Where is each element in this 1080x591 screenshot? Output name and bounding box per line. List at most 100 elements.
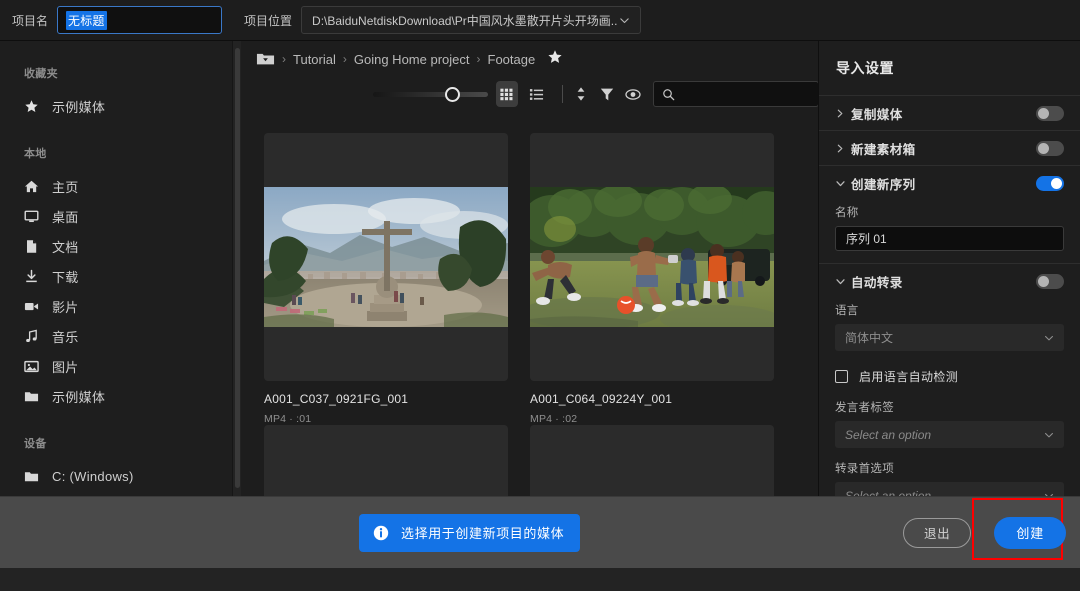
folder-dropdown-icon[interactable] <box>256 51 275 67</box>
media-toolbar <box>241 77 819 111</box>
media-thumbnail-boys-soccer[interactable] <box>530 133 774 381</box>
toggle-knob <box>1051 177 1062 189</box>
sidebar-item-label: 桌面 <box>52 209 79 225</box>
sidebar-item-label: C: (Windows) <box>52 468 134 484</box>
auto-detect-language-row[interactable]: 启用语言自动检测 <box>835 363 1064 389</box>
auto-detect-label: 启用语言自动检测 <box>859 369 959 384</box>
chevron-right-icon[interactable] <box>835 108 851 119</box>
sidebar-item-label: 文档 <box>52 239 79 255</box>
sidebar-item-label: 示例媒体 <box>52 99 106 115</box>
media-card-meta: MP4 · :02 <box>530 413 578 425</box>
document-icon <box>24 239 46 254</box>
breadcrumb-item-tutorial[interactable]: Tutorial <box>293 52 336 67</box>
toggle-knob <box>1038 142 1049 154</box>
sidebar-item-documents[interactable]: 文档 <box>0 231 232 261</box>
sidebar-group-title-local: 本地 <box>24 148 47 160</box>
sidebar-group-title-devices: 设备 <box>24 438 47 450</box>
search-icon <box>662 88 675 101</box>
exit-button[interactable]: 退出 <box>902 517 972 548</box>
select-media-label: 选择用于创建新项目的媒体 <box>401 526 565 541</box>
breadcrumb-separator: › <box>282 52 286 66</box>
star-icon[interactable] <box>547 49 563 69</box>
download-icon <box>24 269 46 284</box>
transcription-preferences-placeholder: Select an option <box>845 488 932 497</box>
media-card-name: A001_C037_0921FG_001 <box>264 392 409 406</box>
media-thumbnail-partial[interactable] <box>530 425 774 496</box>
sidebar-item-sample-media[interactable]: 示例媒体 <box>0 381 232 411</box>
slider-knob[interactable] <box>445 86 460 102</box>
media-card-meta: MP4 · :01 <box>264 413 312 425</box>
sidebar-item-home[interactable]: 主页 <box>0 171 232 201</box>
new-bin-toggle[interactable] <box>1036 140 1064 156</box>
breadcrumb-item-going-home-project[interactable]: Going Home project <box>354 52 470 67</box>
sidebar-scrollbar[interactable] <box>235 48 240 488</box>
auto-transcription-toggle[interactable] <box>1036 273 1064 289</box>
window-footer <box>0 568 1080 591</box>
sequence-name-input[interactable]: 序列 01 <box>835 226 1064 251</box>
section-copy-media[interactable]: 复制媒体 <box>819 95 1080 130</box>
breadcrumb: › Tutorial › Going Home project › Footag… <box>241 41 819 77</box>
create-button[interactable]: 创建 <box>994 516 1066 549</box>
language-select[interactable]: 简体中文 <box>835 324 1064 351</box>
thumbnail-size-slider[interactable] <box>373 86 488 102</box>
media-thumbnail-partial[interactable] <box>264 425 508 496</box>
list-view-button[interactable] <box>526 81 548 107</box>
section-auto-transcription[interactable]: 自动转录 语言 简体中文 启用语言自动检测 发言者标签 Select an op… <box>819 263 1080 496</box>
select-media-info-button[interactable]: 选择用于创建新项目的媒体 <box>359 513 581 552</box>
eye-icon[interactable] <box>623 82 642 106</box>
sidebar-item-drive-c[interactable]: C: (Windows) <box>0 461 232 491</box>
sidebar-item-downloads[interactable]: 下载 <box>0 261 232 291</box>
music-note-icon <box>24 329 46 344</box>
info-icon <box>373 525 389 541</box>
transcription-preferences-select[interactable]: Select an option <box>835 482 1064 496</box>
breadcrumb-item-footage[interactable]: Footage <box>488 52 536 67</box>
folder-icon <box>24 469 46 484</box>
chevron-down-icon[interactable] <box>835 178 851 189</box>
search-field[interactable] <box>681 87 810 101</box>
media-card[interactable] <box>264 425 508 496</box>
media-thumbnail-cross-monument[interactable] <box>264 133 508 381</box>
transcription-preferences-label: 转录首选项 <box>835 463 894 475</box>
sidebar-item-label: 示例媒体 <box>52 389 106 405</box>
search-input[interactable] <box>652 81 819 107</box>
media-card[interactable] <box>530 425 774 496</box>
filter-icon[interactable] <box>598 82 617 106</box>
sidebar-divider <box>232 41 233 496</box>
chevron-down-icon[interactable] <box>835 276 851 287</box>
project-location-select[interactable]: D:\BaiduNetdiskDownload\Pr中国风水墨散开片头开场画..… <box>301 6 642 34</box>
video-camera-icon <box>24 299 46 314</box>
sidebar-item-label: 图片 <box>52 359 79 375</box>
language-value: 简体中文 <box>845 331 894 345</box>
project-name-input[interactable]: 无标题 <box>57 6 223 34</box>
sort-icon[interactable] <box>572 82 591 106</box>
copy-media-toggle[interactable] <box>1036 105 1064 121</box>
sidebar-item-desktop[interactable]: 桌面 <box>0 201 232 231</box>
sidebar-item-sample-media-favorite[interactable]: 示例媒体 <box>0 91 232 121</box>
sidebar-item-label: 音乐 <box>52 329 79 345</box>
media-card-name: A001_C064_09224Y_001 <box>530 392 673 406</box>
sidebar-item-music[interactable]: 音乐 <box>0 321 232 351</box>
chevron-down-icon <box>1043 332 1055 344</box>
media-card[interactable]: A001_C064_09224Y_001 MP4 · :02 <box>530 133 774 425</box>
speaker-label: 发言者标签 <box>835 402 894 414</box>
project-name-label: 项目名 <box>12 13 49 28</box>
sidebar-item-movies[interactable]: 影片 <box>0 291 232 321</box>
sidebar-item-pictures[interactable]: 图片 <box>0 351 232 381</box>
auto-detect-checkbox[interactable] <box>835 369 848 383</box>
sidebar-group-title-favorites: 收藏夹 <box>24 68 58 80</box>
project-name-value: 无标题 <box>66 10 107 30</box>
navigation-sidebar[interactable]: 收藏夹 示例媒体 本地 主页 桌面 文档 下载 影片 音乐 图片 示例媒体 设备… <box>0 41 232 496</box>
folder-icon <box>24 389 46 404</box>
import-settings-panel: 导入设置 复制媒体 新建素材箱 创建新序列 名称 序列 01 自动转录 语言 简… <box>819 41 1080 496</box>
toolbar-divider <box>562 85 563 103</box>
speaker-select[interactable]: Select an option <box>835 421 1064 448</box>
section-create-sequence[interactable]: 创建新序列 名称 序列 01 <box>819 165 1080 251</box>
create-sequence-toggle[interactable] <box>1036 175 1064 191</box>
media-card[interactable]: A001_C037_0921FG_001 MP4 · :01 <box>264 133 508 425</box>
media-browser-pane: › Tutorial › Going Home project › Footag… <box>241 41 819 496</box>
chevron-right-icon[interactable] <box>835 143 851 154</box>
grid-view-button[interactable] <box>495 81 518 107</box>
top-bar: 项目名 无标题 项目位置 D:\BaiduNetdiskDownload\Pr中… <box>0 0 1080 41</box>
section-title: 创建新序列 <box>851 177 916 192</box>
section-new-bin[interactable]: 新建素材箱 <box>819 130 1080 165</box>
